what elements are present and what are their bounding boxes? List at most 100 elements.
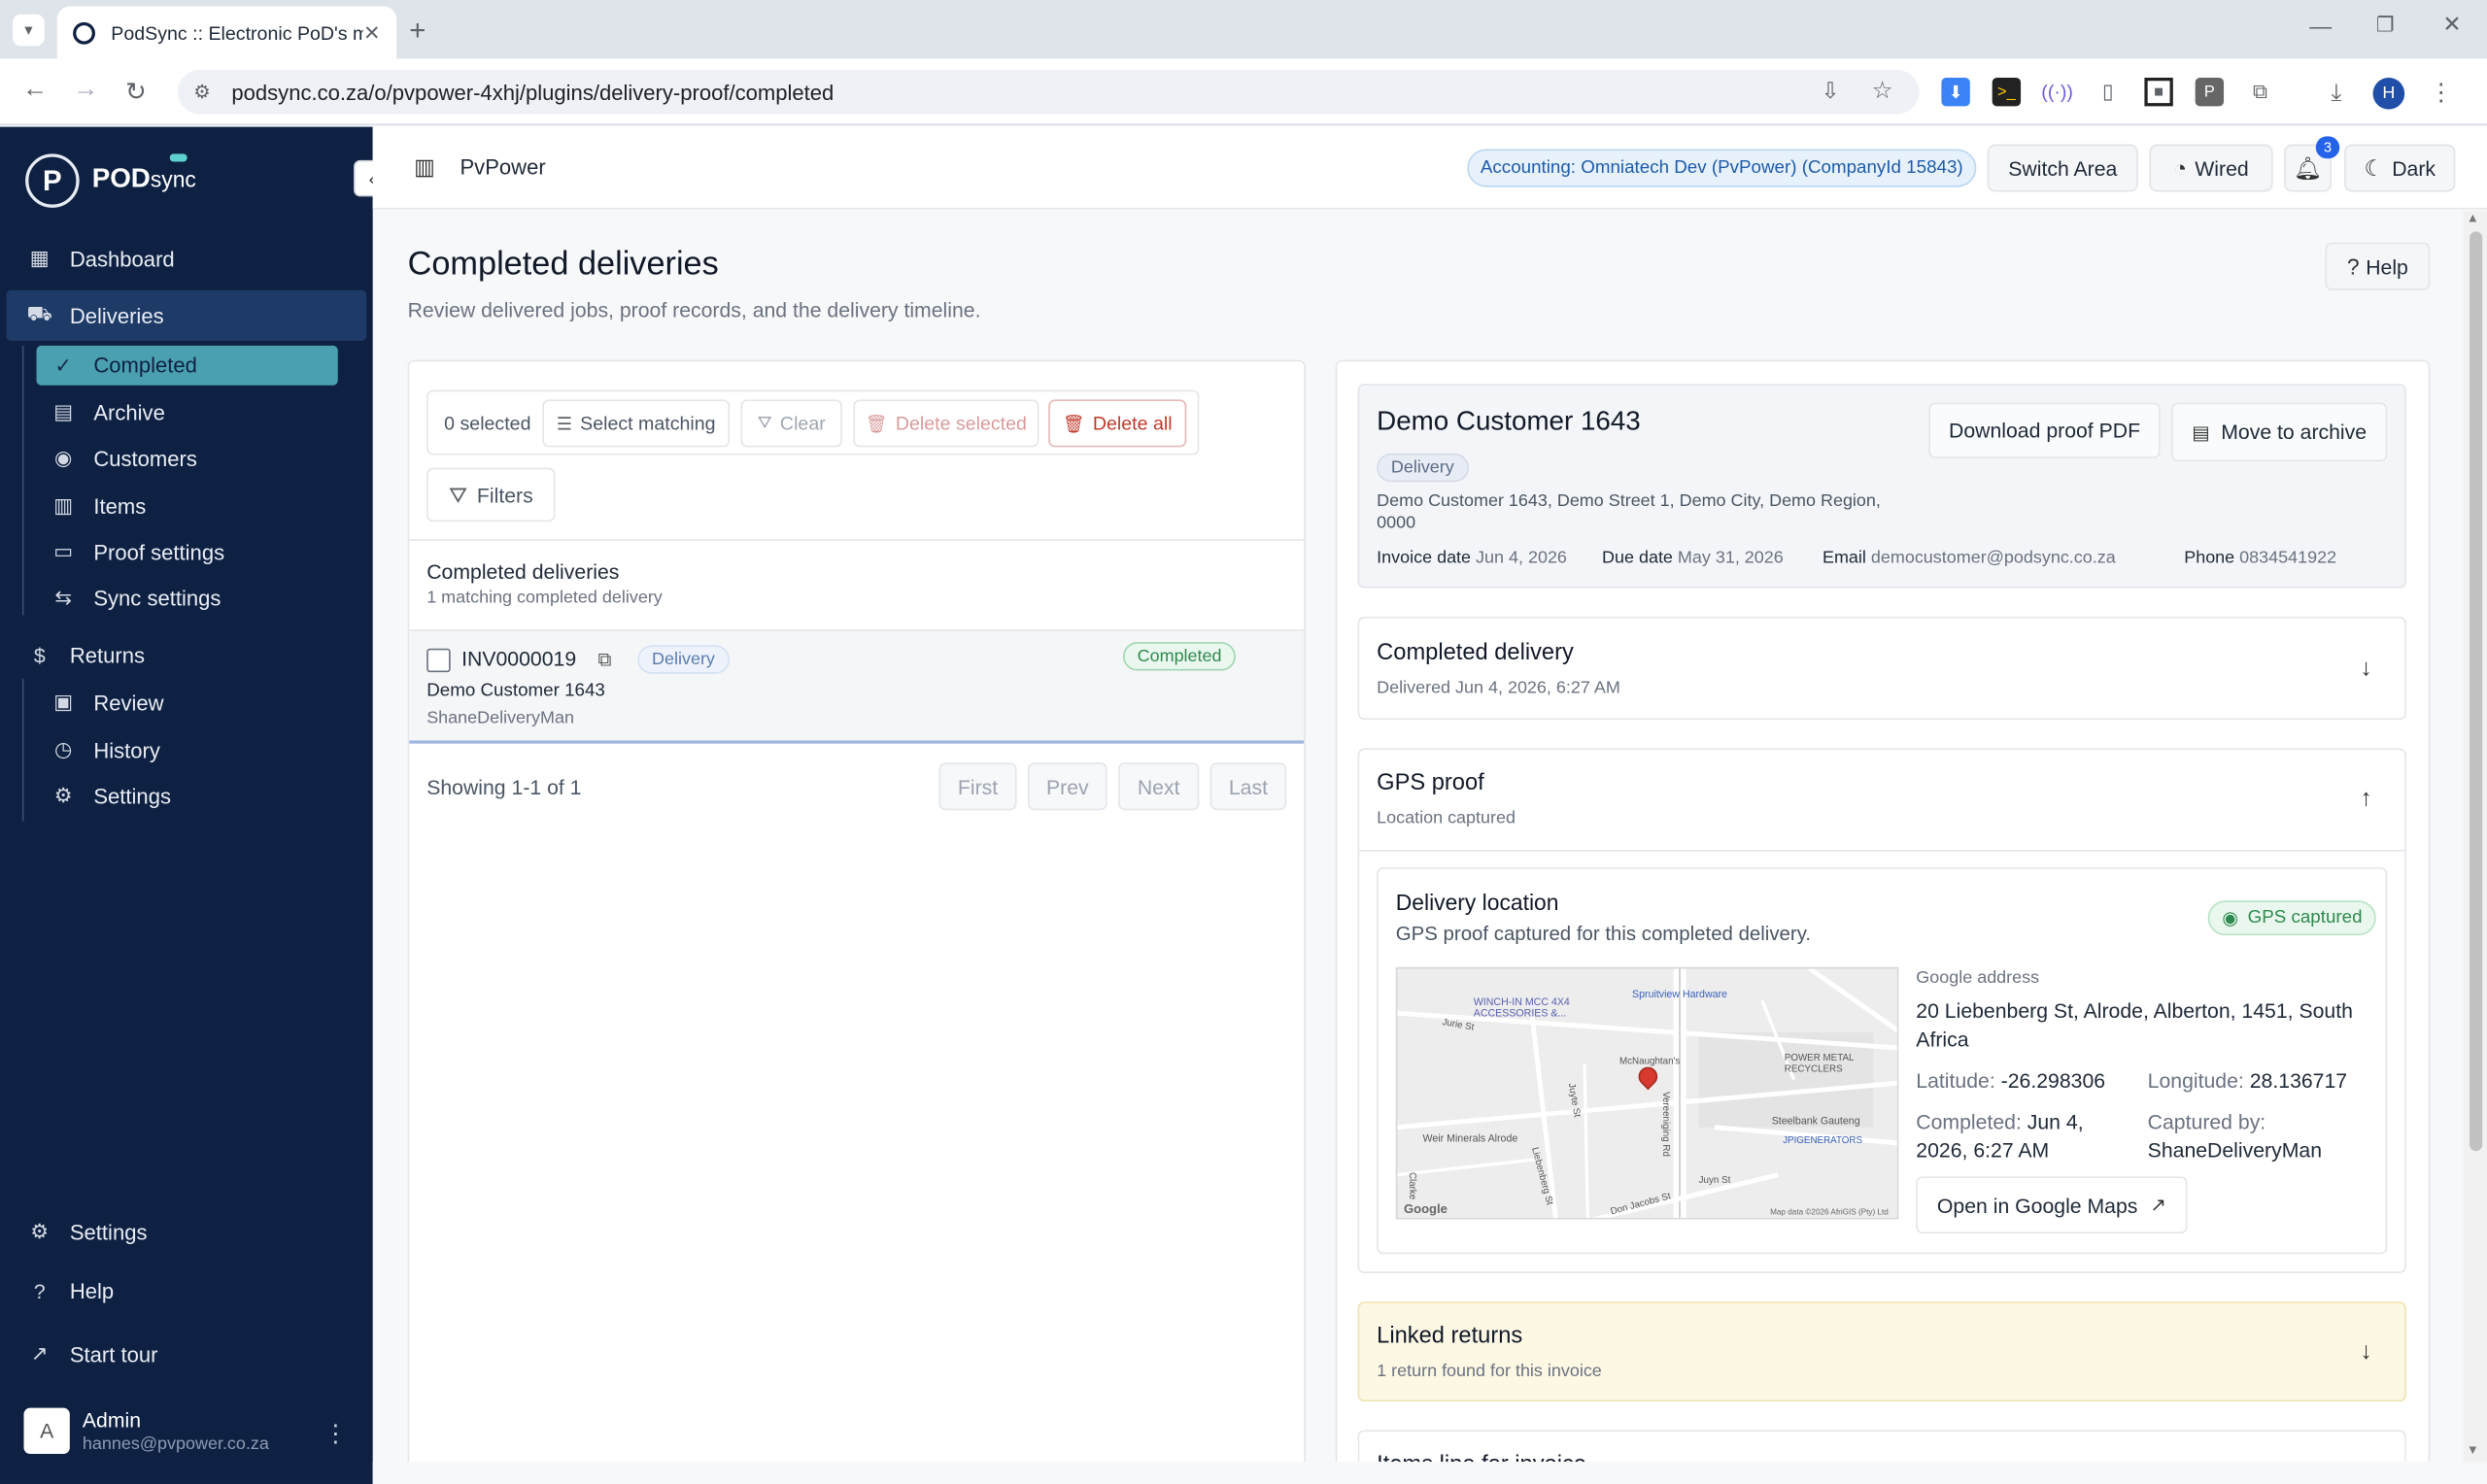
accounting-badge[interactable]: Accounting: Omniatech Dev (PvPower) (Com… [1467,149,1977,187]
download-proof-pdf-button[interactable]: Download proof PDF [1928,402,2161,458]
extension-download-icon[interactable]: ⬇ [1941,77,1970,107]
sidebar-item-dashboard[interactable]: ▦ Dashboard [25,244,175,272]
completed-label: Completed: [1916,1109,2022,1134]
linked-returns-title: Linked returns [1377,1324,1523,1350]
file-icon: ▭ [53,539,74,563]
delete-selected-button[interactable]: 🗑︎ Delete selected [853,399,1039,448]
row-checkbox[interactable] [426,648,451,673]
profile-avatar[interactable]: H [2372,77,2405,110]
user-email: hannes@pvpower.co.za [82,1434,269,1455]
move-to-archive-button[interactable]: ▤ Move to archive [2171,402,2388,462]
restore-icon[interactable]: ❐ [2376,13,2395,38]
forward-icon[interactable]: → [73,76,98,104]
sidebar-item-start-tour[interactable]: ↗ Start tour [25,1339,158,1367]
scroll-down-icon[interactable]: ▼ [2467,1443,2479,1458]
help-circle-icon: ? [2346,253,2360,280]
panel-toggle-icon[interactable]: ▥ [414,153,435,181]
extension-broadcast-icon[interactable]: ((·)) [2041,78,2073,106]
close-window-icon[interactable]: ✕ [2442,11,2461,38]
linked-returns-section[interactable] [1357,1301,2406,1402]
sidebar-item-returns[interactable]: $ Returns [25,641,145,669]
extension-square-icon[interactable]: ■ [2144,77,2173,107]
browser-tab-bar: ▾ PodSync :: Electronic PoD's made ✕ + —… [0,0,2487,59]
extensions-puzzle-icon[interactable]: ⧉ [2246,78,2274,106]
sidebar-item-customers[interactable]: ◉ Customers [50,446,197,471]
external-link-icon: ↗ [2150,1194,2166,1217]
last-page-button[interactable]: Last [1209,762,1287,811]
sync-icon: ⇆ [54,585,73,609]
user-menu-icon[interactable]: ⋮ [324,1419,347,1448]
prev-page-button[interactable]: Prev [1027,762,1107,811]
sidebar-item-history[interactable]: ◷ History [50,737,160,762]
notification-count-badge: 3 [2315,136,2340,159]
extension-phone-icon[interactable]: ▯ [2094,78,2122,106]
avatar[interactable]: A [23,1407,70,1455]
filters-button[interactable]: ⛛ Filters [426,467,556,523]
moon-icon: ☾ [2364,154,2385,181]
delete-all-button[interactable]: 🗑︎ Delete all [1048,399,1187,448]
list-count: 1 matching completed delivery [426,588,663,608]
new-tab-icon[interactable]: + [409,15,426,48]
select-matching-button[interactable]: ☰ Select matching [542,399,731,448]
scrollbar-thumb[interactable] [2470,231,2483,1152]
scroll-up-icon[interactable]: ▲ [2467,211,2479,225]
dark-mode-button[interactable]: ☾ Dark [2344,144,2456,192]
map-label-juyn-st: Juyn St [1698,1176,1731,1187]
arrow-up-icon[interactable]: ↑ [2360,785,2371,812]
customer-name: Demo Customer 1643 [1377,405,1641,436]
minimize-icon[interactable]: — [2309,13,2332,38]
clear-button[interactable]: ⛛ Clear [740,399,842,448]
sidebar-label: Returns [69,642,146,667]
location-title: Delivery location [1395,889,1559,915]
extension-p-icon[interactable]: P [2195,77,2225,107]
downloads-icon[interactable]: ⤓ [2322,78,2350,106]
captured-label: Captured by: [2147,1109,2266,1134]
sidebar-item-archive[interactable]: ▤ Archive [50,399,165,424]
gps-section-sub: Location captured [1377,808,1516,828]
page-title: Completed deliveries [407,246,719,283]
help-button[interactable]: ? Help [2325,242,2431,290]
due-date-label: Due date [1602,548,1673,568]
delete-selected-label: Delete selected [895,412,1027,435]
completed-delivery-section[interactable] [1357,617,2406,721]
sidebar-item-completed[interactable]: ✓ Completed [36,345,338,386]
switch-area-button[interactable]: Switch Area [1987,144,2138,192]
arrow-down-icon[interactable]: ↓ [2360,1338,2371,1366]
sidebar-item-settings[interactable]: ⚙ Settings [25,1218,147,1246]
sidebar-item-sync-settings[interactable]: ⇆ Sync settings [50,585,221,610]
sidebar-item-review[interactable]: ▣ Review [50,690,163,715]
sidebar-item-proof-settings[interactable]: ▭ Proof settings [50,539,224,564]
history-icon: ◷ [54,737,73,761]
browser-menu-icon[interactable]: ⋮ [2427,78,2455,107]
browser-tab[interactable]: PodSync :: Electronic PoD's made ✕ [56,6,397,59]
customer-address: Demo Customer 1643, Demo Street 1, Demo … [1377,491,1881,533]
copy-icon[interactable]: ⧉ [598,649,612,672]
tab-list-icon[interactable]: ▾ [13,14,45,47]
type-badge: Delivery [637,645,730,674]
gear-icon: ⚙ [53,783,73,807]
sidebar-item-returns-settings[interactable]: ⚙ Settings [50,783,171,808]
map-embed[interactable]: WINCH-IN MCC 4X4 ACCESSORIES &... Spruit… [1395,966,1899,1220]
due-date-value: May 31, 2026 [1677,548,1784,568]
back-icon[interactable]: ← [22,76,48,104]
extension-terminal-icon[interactable]: >_ [1992,77,2022,107]
close-tab-icon[interactable]: ✕ [363,19,381,45]
install-app-icon[interactable]: ⇩ [1821,78,1839,105]
first-page-button[interactable]: First [938,762,1017,811]
completed-section-title: Completed delivery [1377,640,1574,666]
address-bar[interactable]: ⚙ podsync.co.za/o/pvpower-4xhj/plugins/d… [177,69,1920,115]
open-google-maps-button[interactable]: Open in Google Maps ↗ [1916,1176,2188,1234]
site-info-icon[interactable]: ⚙ [193,81,211,103]
google-logo: Google [1403,1201,1448,1217]
wired-button[interactable]: ◔ Wired [2149,144,2273,192]
latitude-value: -26.298306 [2000,1068,2106,1093]
sidebar-item-items[interactable]: ▥ Items [50,493,146,519]
sidebar-item-deliveries[interactable]: ⛟ Deliveries [6,289,367,341]
next-section-partial: Items line for invoice [1357,1430,2406,1463]
next-page-button[interactable]: Next [1118,762,1200,811]
subnav-line [21,345,24,616]
bookmark-star-icon[interactable]: ☆ [1872,76,1893,105]
reload-icon[interactable]: ↻ [125,76,147,108]
arrow-down-icon[interactable]: ↓ [2360,655,2371,682]
sidebar-item-help[interactable]: ? Help [25,1276,114,1304]
